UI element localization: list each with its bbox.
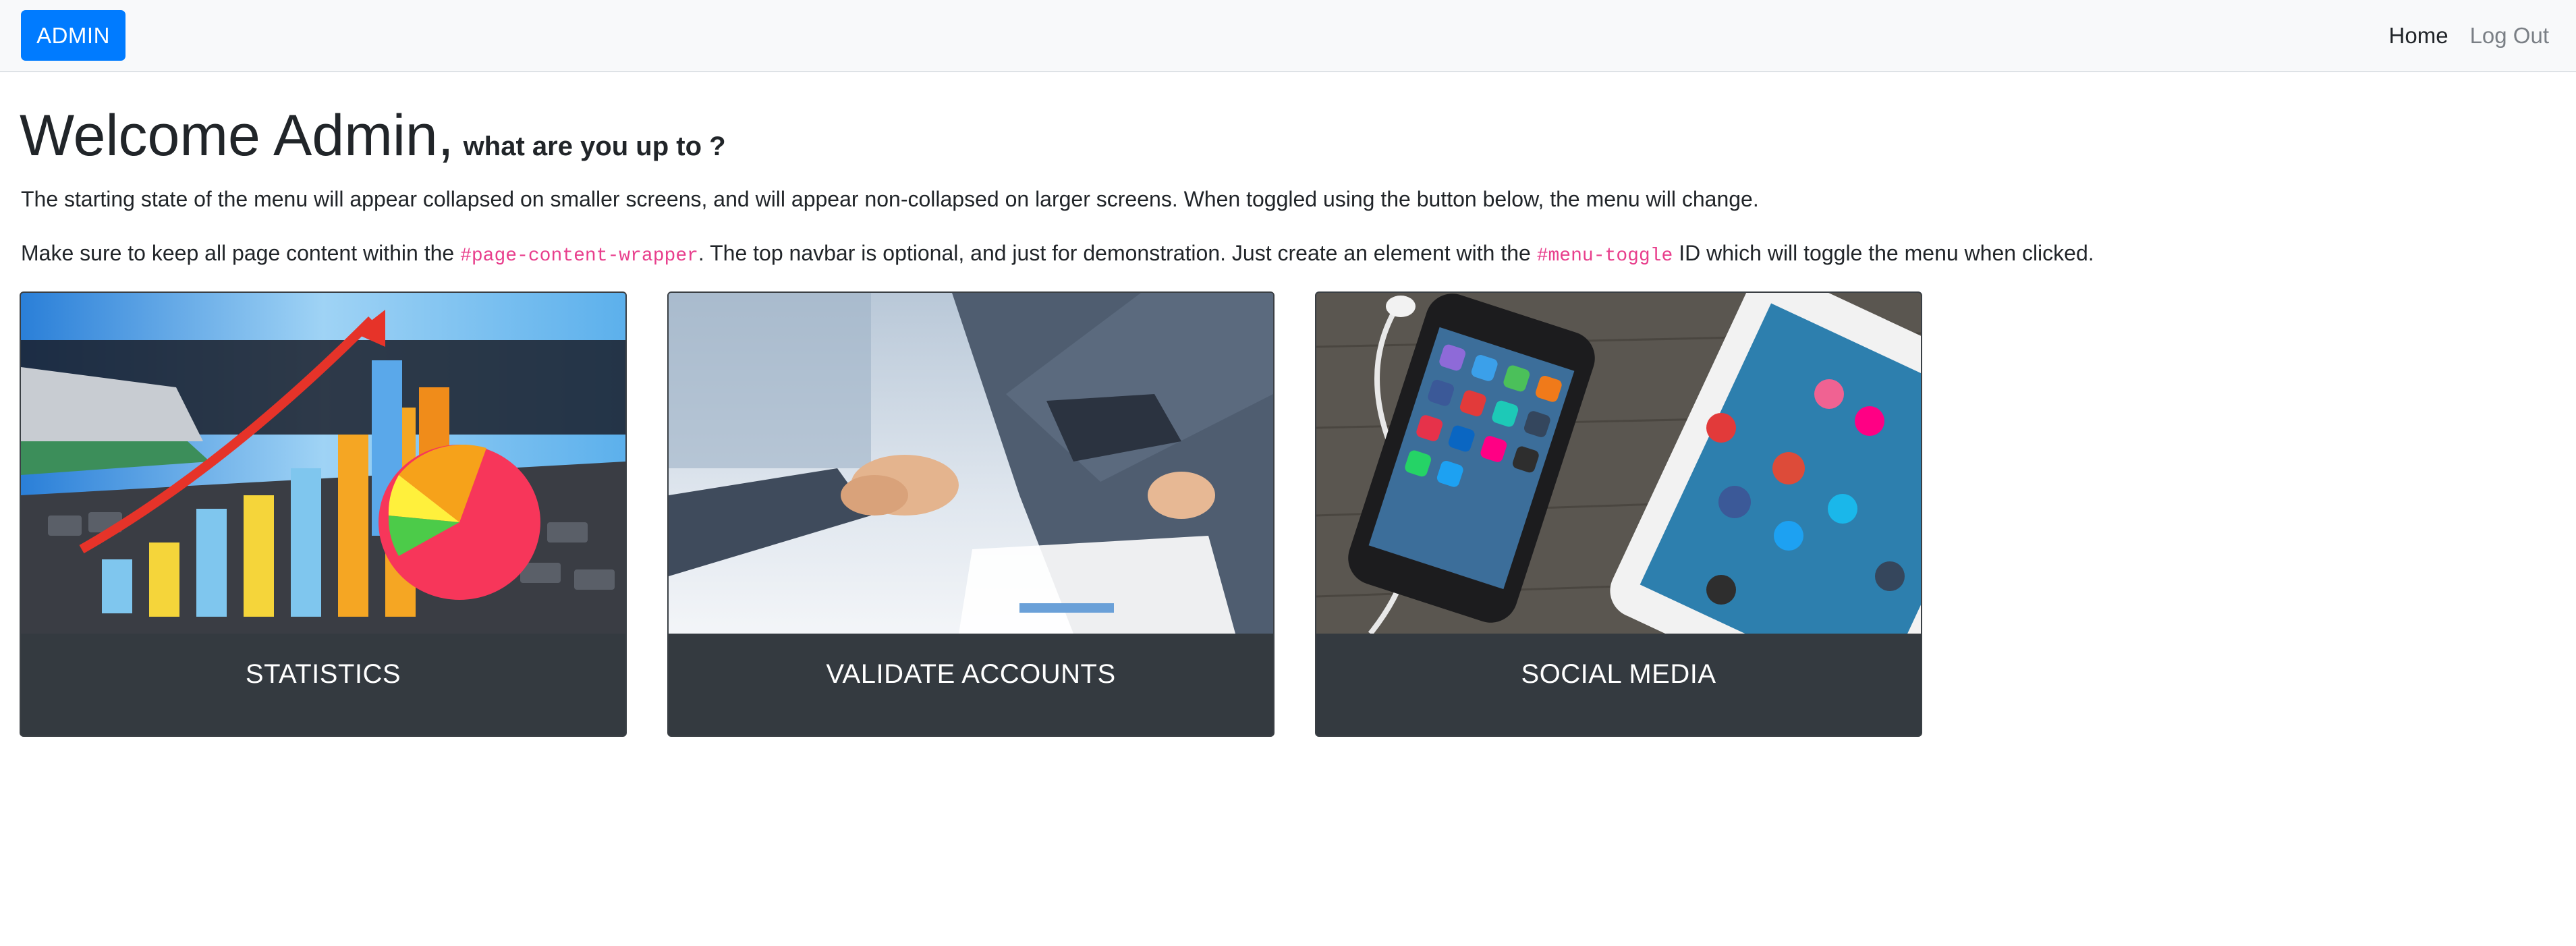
- paragraph-text: Make sure to keep all page content withi…: [21, 241, 461, 265]
- welcome-subheading: what are you up to ?: [463, 132, 726, 161]
- intro-paragraph-2: Make sure to keep all page content withi…: [21, 240, 2094, 268]
- nav-link-logout[interactable]: Log Out: [2459, 23, 2560, 49]
- social-media-image: [1316, 293, 1921, 634]
- navbar-links: Home Log Out: [2378, 0, 2560, 71]
- card-social-media[interactable]: SOCIAL MEDIA: [1315, 291, 1922, 737]
- nav-link-home[interactable]: Home: [2378, 23, 2459, 49]
- paragraph-text: ID which will toggle the menu when click…: [1673, 241, 2094, 265]
- code-menu-toggle: #menu-toggle: [1536, 246, 1673, 267]
- intro-paragraph-1: The starting state of the menu will appe…: [21, 187, 1759, 211]
- code-page-content-wrapper: #page-content-wrapper: [460, 246, 698, 267]
- card-statistics-label: STATISTICS: [21, 634, 625, 735]
- paragraph-text: . The top navbar is optional, and just f…: [698, 241, 1537, 265]
- top-navbar: ADMIN Home Log Out: [0, 0, 2576, 72]
- admin-button[interactable]: ADMIN: [21, 10, 125, 61]
- statistics-image: [21, 293, 625, 634]
- card-validate-accounts[interactable]: VALIDATE ACCOUNTS: [667, 291, 1275, 737]
- card-social-media-label: SOCIAL MEDIA: [1316, 634, 1921, 735]
- card-validate-accounts-label: VALIDATE ACCOUNTS: [669, 634, 1273, 735]
- page-title: Welcome Admin, what are you up to ?: [20, 107, 726, 165]
- welcome-heading: Welcome Admin,: [20, 103, 454, 168]
- card-statistics[interactable]: STATISTICS: [20, 291, 627, 737]
- handshake-image: [669, 293, 1273, 634]
